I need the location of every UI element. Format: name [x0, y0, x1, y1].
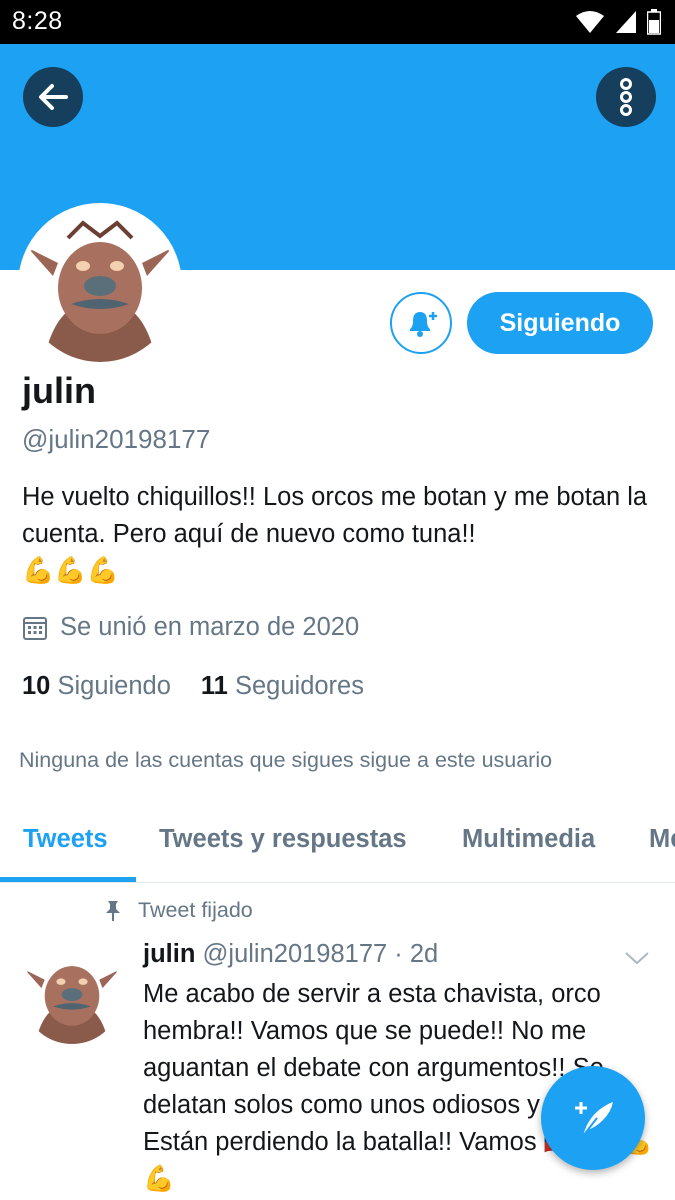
follow-counts: 10 Siguiendo 11 Seguidores — [22, 672, 364, 701]
chevron-down-icon — [625, 952, 649, 965]
tab-media[interactable]: Multimedia — [462, 825, 595, 854]
bio-emoji: 💪💪💪 — [22, 555, 120, 585]
status-time: 8:28 — [12, 7, 63, 35]
bio-text: He vuelto chiquillos!! Los orcos me bota… — [22, 483, 648, 548]
wifi-icon — [576, 11, 604, 33]
following-link[interactable]: 10 Siguiendo — [22, 672, 171, 701]
tab-tweets[interactable]: Tweets — [23, 825, 108, 854]
pinned-label-text: Tweet fijado — [138, 898, 253, 922]
more-options-button[interactable] — [596, 67, 656, 127]
active-tab-indicator — [0, 877, 136, 882]
followers-link[interactable]: 11 Seguidores — [201, 672, 364, 701]
compose-tweet-icon — [575, 1102, 613, 1137]
bell-plus-icon — [410, 312, 437, 337]
following-count: 10 — [22, 672, 51, 700]
profile-bio: He vuelto chiquillos!! Los orcos me bota… — [22, 479, 652, 590]
tweet-author-name[interactable]: julin — [143, 940, 195, 968]
join-date-text: Se unió en marzo de 2020 — [60, 613, 360, 641]
back-button[interactable] — [23, 67, 83, 127]
tweet-menu-button[interactable] — [624, 950, 650, 971]
display-name: julin — [22, 370, 96, 411]
followers-label: Seguidores — [234, 672, 364, 700]
followed-by-note: Ninguna de las cuentas que sigues sigue … — [19, 748, 553, 772]
compose-tweet-button[interactable] — [541, 1066, 645, 1170]
profile-tabs: Tweets Tweets y respuestas Multimedia Me — [0, 803, 675, 883]
tweet-author-meta: @julin20198177 · 2d — [202, 940, 439, 968]
pin-icon — [106, 900, 120, 921]
signal-icon — [616, 11, 636, 33]
profile-avatar[interactable] — [18, 203, 182, 367]
battery-icon — [647, 9, 661, 35]
following-button[interactable]: Siguiendo — [467, 292, 653, 354]
followers-count: 11 — [200, 672, 228, 700]
avatar-image — [23, 208, 177, 362]
calendar-icon — [23, 616, 47, 640]
following-label: Siguiendo — [57, 672, 171, 700]
profile-handle: @julin20198177 — [22, 424, 211, 454]
notifications-button[interactable] — [390, 292, 452, 354]
more-vertical-icon — [620, 78, 632, 116]
tab-tweets-replies[interactable]: Tweets y respuestas — [159, 825, 407, 854]
status-bar: 8:28 — [0, 0, 675, 44]
tweet-header: julin @julin20198177 · 2d — [143, 940, 438, 969]
join-date: Se unió en marzo de 2020 — [22, 613, 359, 642]
back-arrow-icon — [39, 84, 68, 110]
tweet-avatar-image — [22, 944, 122, 1044]
tweet-avatar[interactable] — [22, 944, 122, 1044]
pinned-label: Tweet fijado — [104, 898, 253, 923]
status-icons — [575, 9, 661, 35]
tab-likes[interactable]: Me — [649, 825, 675, 854]
